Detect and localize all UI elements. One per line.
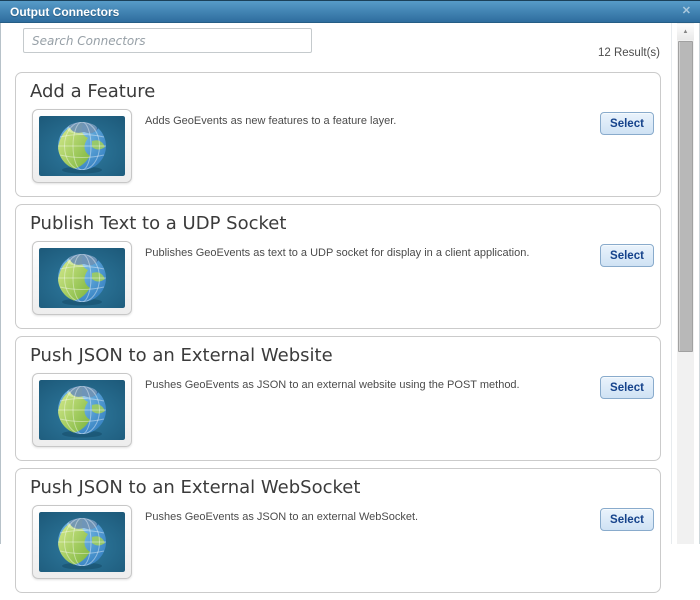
connector-card: Push JSON to an External WebSocket Pushe…: [15, 468, 661, 593]
connector-thumbnail: [32, 109, 132, 183]
connector-card: Push JSON to an External Website Pushes …: [15, 336, 661, 461]
select-button[interactable]: Select: [600, 376, 654, 399]
connector-title: Add a Feature: [30, 81, 156, 102]
connector-thumbnail: [32, 373, 132, 447]
scrollbar[interactable]: ▲: [677, 23, 694, 544]
connector-thumbnail: [32, 505, 132, 579]
scroll-up-arrow-icon[interactable]: ▲: [677, 24, 694, 40]
select-button[interactable]: Select: [600, 112, 654, 135]
select-button[interactable]: Select: [600, 508, 654, 531]
globe-icon: [39, 116, 125, 176]
connector-title: Publish Text to a UDP Socket: [30, 213, 287, 234]
connector-description: Adds GeoEvents as new features to a feat…: [145, 115, 397, 127]
search-input[interactable]: [23, 28, 312, 53]
dialog-titlebar[interactable]: Output Connectors ✕: [0, 0, 700, 23]
connector-list: Add a Feature Adds GeoEvents as new feat…: [15, 72, 661, 600]
content-edge-divider: [671, 23, 672, 544]
globe-icon: [39, 248, 125, 308]
connector-card: Publish Text to a UDP Socket Publishes G…: [15, 204, 661, 329]
scroll-thumb[interactable]: [678, 41, 693, 352]
globe-icon: [39, 512, 125, 572]
connector-thumbnail: [32, 241, 132, 315]
connector-card: Add a Feature Adds GeoEvents as new feat…: [15, 72, 661, 197]
select-button[interactable]: Select: [600, 244, 654, 267]
results-count: 12 Result(s): [598, 47, 660, 59]
connector-description: Pushes GeoEvents as JSON to an external …: [145, 511, 419, 523]
globe-icon: [39, 380, 125, 440]
connector-description: Publishes GeoEvents as text to a UDP soc…: [145, 247, 530, 259]
dialog-title: Output Connectors: [10, 5, 120, 19]
connector-description: Pushes GeoEvents as JSON to an external …: [145, 379, 520, 391]
close-icon[interactable]: ✕: [682, 5, 691, 18]
connector-title: Push JSON to an External WebSocket: [30, 477, 361, 498]
connector-title: Push JSON to an External Website: [30, 345, 333, 366]
